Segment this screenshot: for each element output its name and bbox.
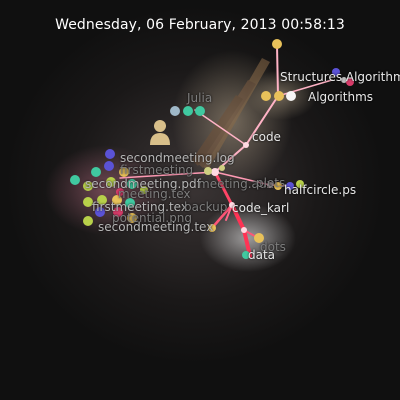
directory-label-structures-algorithm[interactable]: Structures Algorithm: [280, 71, 400, 84]
file-label-secondmeeting-tex: secondmeeting.tex: [98, 220, 214, 234]
tree-edge: [276, 44, 279, 97]
directory-label-algorithms[interactable]: Algorithms: [308, 91, 373, 104]
directory-label-data[interactable]: data: [248, 249, 275, 262]
file-node: [104, 161, 114, 171]
file-node: [195, 106, 205, 116]
directory-node: [211, 168, 219, 176]
file-node: [274, 91, 284, 101]
file-node: [272, 39, 282, 49]
directory-label-code-karl[interactable]: code_karl: [232, 202, 289, 215]
file-node: [83, 216, 93, 226]
file-label-firstmeeting: firstmeeting: [120, 163, 194, 177]
file-node: [286, 91, 296, 101]
directory-label-plots[interactable]: plots: [256, 177, 285, 190]
user-icon[interactable]: [150, 120, 170, 145]
gource-visualization: Wednesday, 06 February, 2013 00:58:13 Ju…: [0, 0, 400, 400]
file-node: [204, 167, 212, 175]
directory-label-code[interactable]: code: [252, 131, 281, 144]
directory-node: [241, 227, 247, 233]
file-node: [261, 91, 271, 101]
file-node: [183, 106, 193, 116]
file-node: [219, 165, 225, 171]
file-node: [105, 149, 115, 159]
file-node: [91, 167, 101, 177]
file-node: [70, 175, 80, 185]
directory-node: [243, 142, 249, 148]
timestamp: Wednesday, 06 February, 2013 00:58:13: [55, 17, 345, 33]
file-node: [170, 106, 180, 116]
user-name-label: Julia: [187, 91, 213, 105]
file-label-halfcircle: halfcircle.ps: [284, 183, 357, 197]
